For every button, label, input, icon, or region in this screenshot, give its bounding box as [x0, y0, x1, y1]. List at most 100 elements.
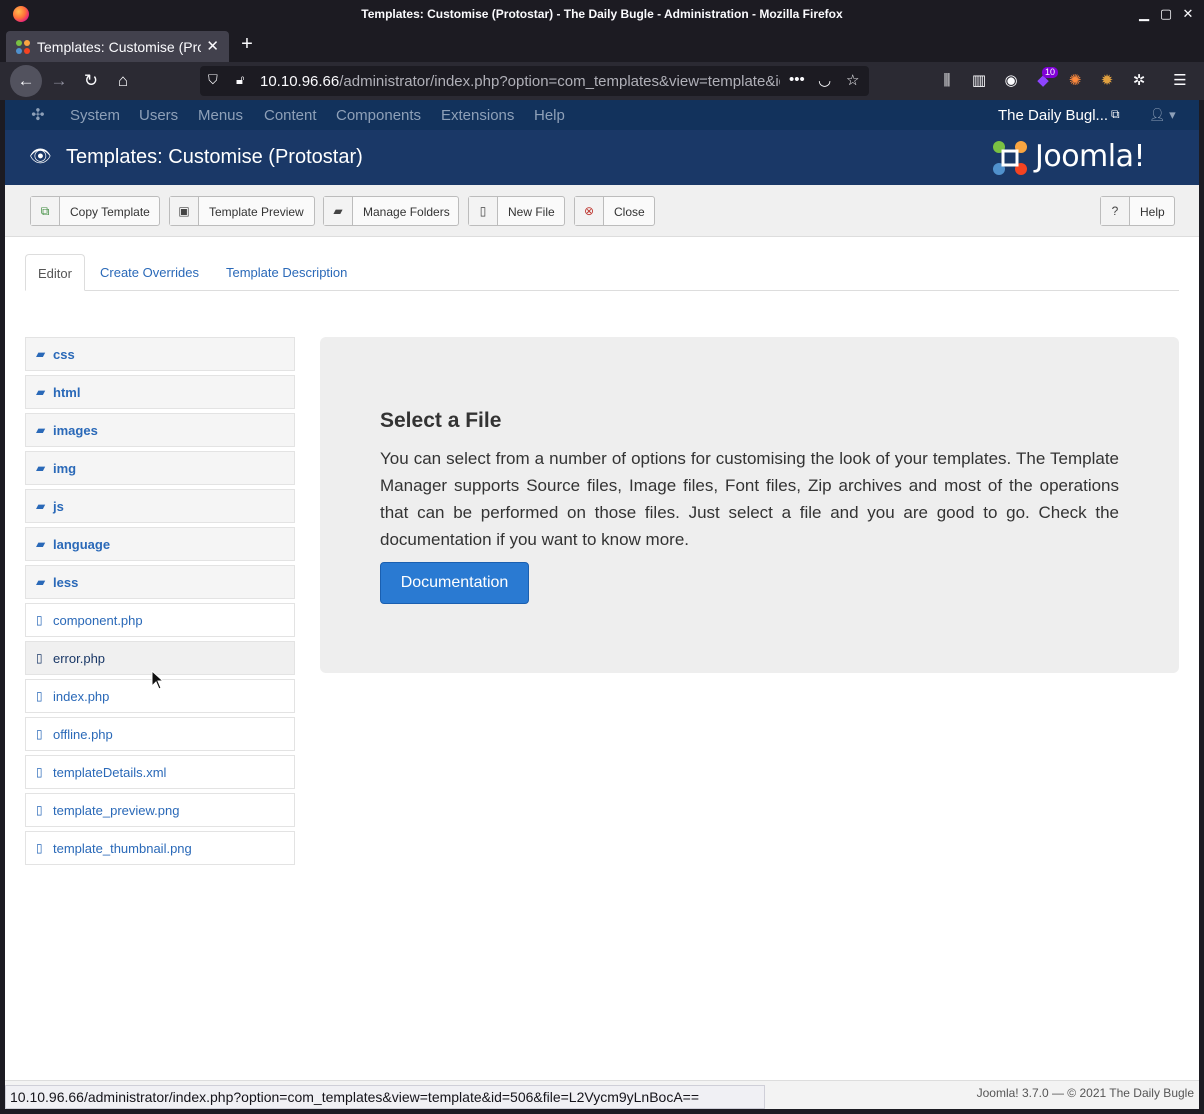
- folder-icon: ▰: [36, 423, 45, 437]
- pocket-icon[interactable]: ◡: [818, 71, 831, 89]
- folder-icon: ▰: [36, 575, 45, 589]
- joomla-brand-icon: [991, 139, 1029, 177]
- folder-language[interactable]: ▰language: [25, 527, 295, 561]
- file-template-thumbnail-png[interactable]: ▯template_thumbnail.png: [25, 831, 295, 865]
- tab-close-icon[interactable]: ✕: [206, 37, 219, 55]
- reload-icon[interactable]: ↻: [76, 67, 106, 95]
- joomla-favicon-icon: [15, 39, 31, 55]
- new-file-button[interactable]: ▯ New File: [468, 196, 565, 226]
- insecure-lock-icon[interactable]: 🔓︎: [236, 72, 244, 88]
- user-menu-icon[interactable]: 👤︎ ▾: [1149, 107, 1176, 123]
- question-icon: ?: [1101, 197, 1130, 225]
- external-link-icon: ⧉: [1111, 107, 1120, 122]
- footer-text: Joomla! 3.7.0 — © 2021 The Daily Bugle: [800, 1084, 1194, 1100]
- menu-system[interactable]: System: [70, 107, 120, 124]
- page-title: Templates: Customise (Protostar): [66, 146, 363, 169]
- menu-content[interactable]: Content: [264, 107, 317, 124]
- browser-tab-strip: Templates: Customise (Protostar) - The D…: [0, 28, 1204, 62]
- browser-tab-title: Templates: Customise (Protostar) - The D…: [37, 39, 201, 55]
- file-icon: ▯: [36, 727, 43, 741]
- folder-icon: ▰: [36, 537, 45, 551]
- close-circle-icon: ⊗: [575, 197, 604, 225]
- close-button[interactable]: ⊗ Close: [574, 196, 655, 226]
- menu-menus[interactable]: Menus: [198, 107, 243, 124]
- documentation-button[interactable]: Documentation: [380, 562, 529, 604]
- new-tab-icon[interactable]: +: [236, 33, 258, 56]
- maximize-icon[interactable]: ▢: [1157, 5, 1175, 23]
- folder-icon: ▰: [36, 385, 45, 399]
- mouse-cursor-icon: [151, 670, 165, 690]
- eye-icon: 👁︎: [29, 146, 52, 167]
- copy-template-button[interactable]: ⧉ Copy Template: [30, 196, 160, 226]
- url-text[interactable]: 10.10.96.66/administrator/index.php?opti…: [260, 73, 780, 90]
- account-icon[interactable]: ◉: [1000, 71, 1022, 91]
- tab-editor[interactable]: Editor: [25, 254, 85, 291]
- menu-components[interactable]: Components: [336, 107, 421, 124]
- file-templatedetails-xml[interactable]: ▯templateDetails.xml: [25, 755, 295, 789]
- manage-folders-button[interactable]: ▰ Manage Folders: [323, 196, 459, 226]
- file-offline-php[interactable]: ▯offline.php: [25, 717, 295, 751]
- extension-bug-icon[interactable]: ✹: [1096, 71, 1118, 91]
- site-name-link[interactable]: The Daily Bugl...: [998, 107, 1108, 124]
- editor-tabs: Editor Create Overrides Template Descrip…: [25, 254, 1179, 291]
- tab-template-description[interactable]: Template Description: [226, 254, 347, 291]
- menu-help[interactable]: Help: [534, 107, 565, 124]
- file-icon: ▯: [469, 197, 498, 225]
- status-bar-url: 10.10.96.66/administrator/index.php?opti…: [5, 1085, 765, 1109]
- extensions-puzzle-icon[interactable]: ✲: [1128, 71, 1150, 91]
- url-bar[interactable]: ⛉ 🔓︎ 10.10.96.66/administrator/index.php…: [200, 66, 869, 96]
- browser-navbar: ← → ↻ ⌂ ⛉ 🔓︎ 10.10.96.66/administrator/i…: [0, 62, 1204, 100]
- folder-icon: ▰: [36, 461, 45, 475]
- minimize-icon[interactable]: ▁: [1135, 5, 1153, 23]
- file-icon: ▯: [36, 651, 43, 665]
- folder-html[interactable]: ▰html: [25, 375, 295, 409]
- joomla-brand-text: Joomla!: [1035, 139, 1145, 174]
- extension-badge: 10: [1042, 67, 1058, 78]
- joomla-brand-logo: Joomla!: [991, 139, 1181, 179]
- tab-create-overrides[interactable]: Create Overrides: [100, 254, 199, 291]
- joomla-logo-icon[interactable]: ✣: [29, 107, 47, 125]
- extension-fox-icon[interactable]: ✺: [1064, 71, 1086, 91]
- close-window-icon[interactable]: ✕: [1179, 5, 1197, 23]
- select-file-panel: Select a File You can select from a numb…: [320, 337, 1179, 673]
- joomla-admin-nav: ✣ System Users Menus Content Components …: [5, 100, 1199, 130]
- forward-arrow-icon[interactable]: →: [44, 67, 74, 95]
- page-header: 👁︎ Templates: Customise (Protostar) Joom…: [5, 130, 1199, 185]
- image-icon: ▣: [170, 197, 199, 225]
- file-icon: ▯: [36, 689, 43, 703]
- menu-extensions[interactable]: Extensions: [441, 107, 514, 124]
- file-component-php[interactable]: ▯component.php: [25, 603, 295, 637]
- folder-icon: ▰: [36, 499, 45, 513]
- folder-icon: ▰: [36, 347, 45, 361]
- page-content: ✣ System Users Menus Content Components …: [5, 100, 1199, 1080]
- bookmark-star-icon[interactable]: ☆: [846, 71, 859, 89]
- file-template-preview-png[interactable]: ▯template_preview.png: [25, 793, 295, 827]
- page-actions-icon[interactable]: •••: [789, 71, 805, 88]
- select-file-heading: Select a File: [380, 409, 501, 433]
- select-file-description: You can select from a number of options …: [380, 445, 1119, 553]
- window-titlebar: Templates: Customise (Protostar) - The D…: [0, 0, 1204, 28]
- home-icon[interactable]: ⌂: [108, 67, 138, 95]
- folder-js[interactable]: ▰js: [25, 489, 295, 523]
- file-icon: ▯: [36, 765, 43, 779]
- help-button[interactable]: ? Help: [1100, 196, 1175, 226]
- copy-icon: ⧉: [31, 197, 60, 225]
- hamburger-menu-icon[interactable]: ☰: [1169, 71, 1191, 91]
- window-title: Templates: Customise (Protostar) - The D…: [0, 7, 1204, 21]
- sidebar-icon[interactable]: ▥: [968, 71, 990, 91]
- menu-users[interactable]: Users: [139, 107, 178, 124]
- back-arrow-icon[interactable]: ←: [10, 65, 42, 97]
- file-icon: ▯: [36, 803, 43, 817]
- folder-images[interactable]: ▰images: [25, 413, 295, 447]
- browser-tab[interactable]: Templates: Customise (Protostar) - The D…: [6, 31, 229, 62]
- folder-img[interactable]: ▰img: [25, 451, 295, 485]
- folder-less[interactable]: ▰less: [25, 565, 295, 599]
- folder-css[interactable]: ▰css: [25, 337, 295, 371]
- file-icon: ▯: [36, 841, 43, 855]
- folder-open-icon: ▰: [324, 197, 353, 225]
- library-icon[interactable]: ⫼: [936, 71, 958, 91]
- template-preview-button[interactable]: ▣ Template Preview: [169, 196, 315, 226]
- tracking-shield-icon[interactable]: ⛉: [208, 72, 218, 88]
- toolbar: ⧉ Copy Template ▣ Template Preview ▰ Man…: [5, 185, 1199, 237]
- file-icon: ▯: [36, 613, 43, 627]
